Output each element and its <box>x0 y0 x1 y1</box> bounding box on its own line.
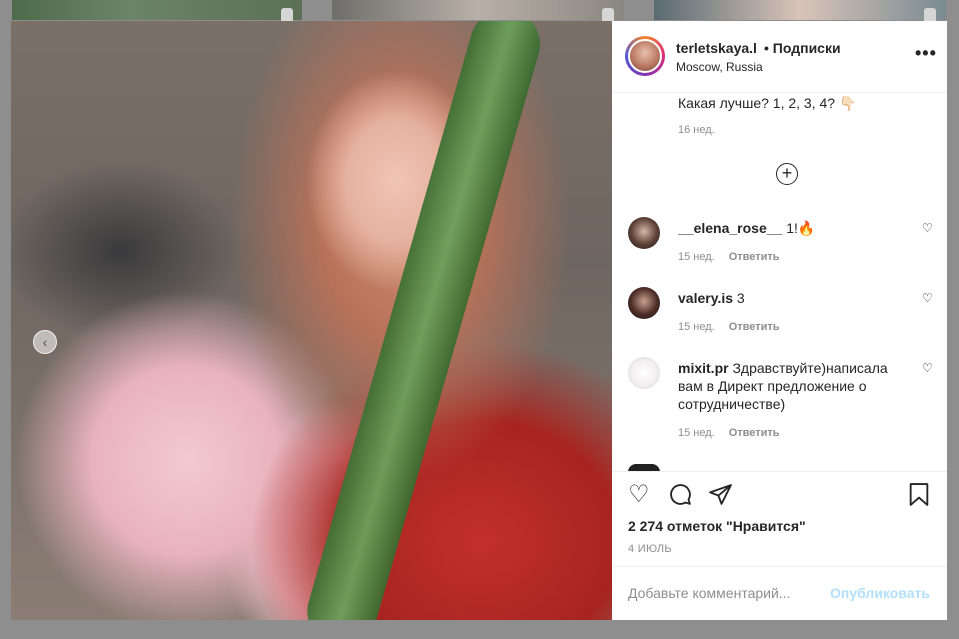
following-label[interactable]: • Подписки <box>764 40 841 56</box>
comment-body: 3 <box>736 290 745 306</box>
post-actions: ♡ 2 274 отметок "Нравится" 4 ИЮЛЬ <box>612 471 947 566</box>
publish-button[interactable]: Опубликовать <box>830 585 930 601</box>
author-avatar[interactable] <box>625 36 665 76</box>
like-comment-icon[interactable]: ♡ <box>922 291 933 305</box>
post-header: terletskaya.l • Подписки Moscow, Russia … <box>612 21 947 93</box>
comment-meta: 15 нед. Ответить <box>678 321 780 333</box>
commenter-username[interactable]: mixit.pr <box>678 360 729 376</box>
load-more-comments-icon[interactable]: + <box>776 163 798 185</box>
reply-button[interactable]: Ответить <box>729 251 780 263</box>
commenter-username[interactable]: __elena_rose__ <box>678 220 782 236</box>
post-location[interactable]: Moscow, Russia <box>676 60 763 74</box>
like-comment-icon[interactable]: ♡ <box>922 221 933 235</box>
comment-text: valery.is 3 <box>678 289 908 307</box>
share-icon[interactable] <box>708 482 733 513</box>
comment-meta: 15 нед. Ответить <box>678 251 780 263</box>
comment-text: mixit.pr Здравствуйте)написала вам в Дир… <box>678 359 908 413</box>
post-photo[interactable]: ‹ <box>11 21 612 620</box>
caption-timestamp[interactable]: 16 нед. <box>678 124 715 136</box>
commenter-username[interactable]: valery.is <box>678 290 733 306</box>
bookmark-icon[interactable] <box>908 482 930 513</box>
background-thumbnail-3 <box>654 0 946 20</box>
reply-button[interactable]: Ответить <box>729 427 780 439</box>
comment-time[interactable]: 15 нед. <box>678 321 715 333</box>
previous-photo-button[interactable]: ‹ <box>33 330 57 354</box>
post-date[interactable]: 4 ИЮЛЬ <box>628 543 672 555</box>
comment-time[interactable]: 15 нед. <box>678 251 715 263</box>
likes-count[interactable]: 2 274 отметок "Нравится" <box>628 518 806 534</box>
heart-icon[interactable]: ♡ <box>628 482 650 508</box>
author-username[interactable]: terletskaya.l <box>676 40 757 56</box>
leaf-shape <box>299 21 549 620</box>
comment-body: 1!🔥 <box>786 220 816 236</box>
commenter-avatar[interactable] <box>628 217 660 249</box>
comment-input[interactable]: Добавьте комментарий... <box>628 585 790 601</box>
commenter-avatar[interactable] <box>628 357 660 389</box>
comment-text: __elena_rose__ 1!🔥 <box>678 219 908 237</box>
post-caption: Какая лучше? 1, 2, 3, 4? 👇🏻 <box>678 95 857 111</box>
reply-button[interactable]: Ответить <box>729 321 780 333</box>
post-side-panel: terletskaya.l • Подписки Moscow, Russia … <box>612 21 947 620</box>
comment-icon[interactable] <box>668 482 693 513</box>
comment-time[interactable]: 15 нед. <box>678 427 715 439</box>
add-comment-bar: Добавьте комментарий... Опубликовать <box>612 566 947 620</box>
comment-meta: 15 нед. Ответить <box>678 427 780 439</box>
background-thumbnail-2 <box>332 0 624 20</box>
more-options-icon[interactable]: ••• <box>915 43 937 64</box>
like-comment-icon[interactable]: ♡ <box>922 361 933 375</box>
commenter-avatar[interactable] <box>628 287 660 319</box>
background-thumbnail-1 <box>12 0 302 20</box>
